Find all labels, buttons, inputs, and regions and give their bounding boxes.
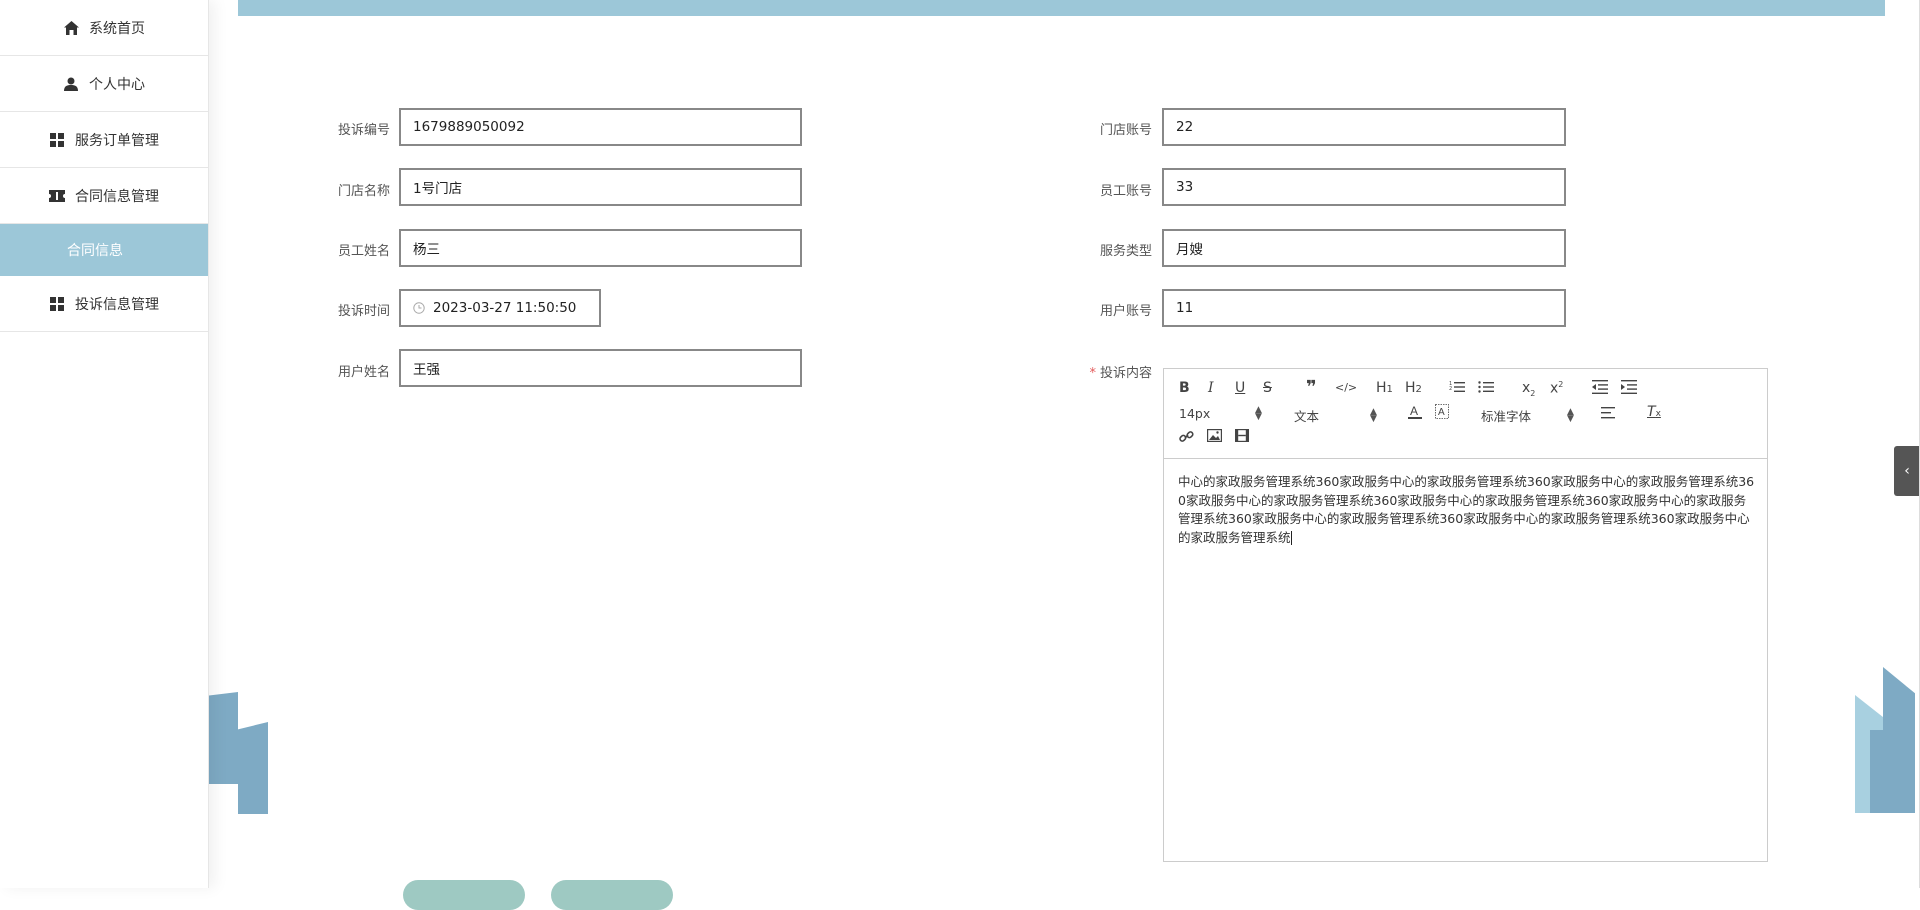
sidebar-item-complaint-management[interactable]: 投诉信息管理 <box>0 276 208 332</box>
clear-format-icon[interactable]: Tx <box>1647 404 1661 420</box>
block-type-value: 文本 <box>1294 409 1320 424</box>
required-mark: * <box>1089 366 1096 381</box>
user-icon <box>63 76 79 92</box>
sidebar-item-label: 个人中心 <box>89 76 145 93</box>
sidebar-item-contract-management[interactable]: 合同信息管理 <box>0 168 208 224</box>
blockquote-icon[interactable]: ❞ <box>1306 377 1317 398</box>
sidebar-item-personal-center[interactable]: 个人中心 <box>0 56 208 112</box>
user-account-field[interactable]: 11 <box>1162 289 1566 327</box>
staff-name-field[interactable]: 杨三 <box>399 229 802 267</box>
svg-text:2: 2 <box>1449 386 1452 392</box>
complaint-no-value: 1679889050092 <box>413 119 525 135</box>
font-family-select[interactable]: 标准字体 ▲ ▼ <box>1481 406 1581 425</box>
decorative-shape <box>238 722 268 814</box>
complaint-no-label: 投诉编号 <box>337 123 390 138</box>
store-account-field[interactable]: 22 <box>1162 108 1566 146</box>
background-color-icon[interactable]: A <box>1435 404 1449 424</box>
block-type-select[interactable]: 文本 ▲ ▼ <box>1294 406 1384 425</box>
service-type-label: 服务类型 <box>1099 244 1152 259</box>
font-color-icon[interactable]: A <box>1408 404 1422 424</box>
complaint-time-label: 投诉时间 <box>337 304 390 319</box>
text-caret <box>1290 531 1292 545</box>
link-icon[interactable] <box>1179 429 1194 448</box>
service-type-value: 月嫂 <box>1176 242 1203 258</box>
select-arrows-icon: ▲ ▼ <box>1255 404 1262 422</box>
video-icon[interactable] <box>1235 429 1250 446</box>
complaint-content-label-text: 投诉内容 <box>1099 366 1152 381</box>
sidebar: 系统首页 个人中心 服务订单管理 合同信息管理 合同信息 投诉信息管理 <box>0 0 209 888</box>
superscript-icon[interactable]: x2 <box>1550 380 1563 397</box>
sidebar-item-label: 合同信息 <box>67 243 123 259</box>
decorative-shape <box>208 692 238 784</box>
collapse-panel-button[interactable]: ‹ <box>1894 446 1920 496</box>
submit-button[interactable] <box>403 880 525 910</box>
select-arrows-icon: ▲ ▼ <box>1567 406 1574 424</box>
clock-icon <box>413 302 425 314</box>
underline-icon[interactable]: U <box>1235 380 1245 396</box>
subscript-icon[interactable]: x2 <box>1522 380 1535 398</box>
store-account-value: 22 <box>1176 119 1194 135</box>
staff-account-value: 33 <box>1176 179 1194 195</box>
editor-content[interactable]: 中心的家政服务管理系统360家政服务中心的家政服务管理系统360家政服务中心的家… <box>1178 473 1756 547</box>
editor-text: 中心的家政服务管理系统360家政服务中心的家政服务管理系统360家政服务中心的家… <box>1178 474 1755 545</box>
grid-icon <box>49 132 65 148</box>
font-size-select[interactable]: 14px ▲ ▼ <box>1179 404 1269 422</box>
sidebar-item-service-orders[interactable]: 服务订单管理 <box>0 112 208 168</box>
sidebar-item-label: 服务订单管理 <box>75 132 159 149</box>
align-icon[interactable] <box>1601 406 1617 424</box>
service-type-field[interactable]: 月嫂 <box>1162 229 1566 267</box>
staff-account-field[interactable]: 33 <box>1162 168 1566 206</box>
code-icon[interactable]: </> <box>1335 381 1357 394</box>
font-family-value: 标准字体 <box>1481 409 1532 424</box>
store-name-value: 1号门店 <box>413 181 463 197</box>
home-icon <box>63 20 79 36</box>
store-name-field[interactable]: 1号门店 <box>399 168 802 206</box>
user-account-value: 11 <box>1176 300 1194 316</box>
complaint-no-field[interactable]: 1679889050092 <box>399 108 802 146</box>
top-banner-strip <box>238 0 1885 16</box>
strikethrough-icon[interactable]: S <box>1263 380 1272 396</box>
rich-text-editor[interactable]: B I U S ❞ </> H1 H2 12 x2 x2 14px ▲ ▼ 文本 … <box>1163 368 1768 862</box>
ticket-icon <box>49 188 65 204</box>
cancel-button[interactable] <box>551 880 673 910</box>
sidebar-item-label: 投诉信息管理 <box>75 296 159 313</box>
user-name-label: 用户姓名 <box>337 365 390 380</box>
staff-account-label: 员工账号 <box>1099 184 1152 199</box>
sidebar-item-label: 合同信息管理 <box>75 188 159 205</box>
heading-2-icon[interactable]: H2 <box>1405 380 1422 396</box>
staff-name-label: 员工姓名 <box>337 244 390 259</box>
ordered-list-icon[interactable]: 12 <box>1449 380 1465 398</box>
bold-icon[interactable]: B <box>1179 380 1190 396</box>
user-name-value: 王强 <box>413 362 440 378</box>
svg-text:A: A <box>1438 407 1445 418</box>
outdent-icon[interactable] <box>1592 380 1608 398</box>
bullet-list-icon[interactable] <box>1478 380 1494 398</box>
complaint-content-label: * 投诉内容 <box>1052 362 1152 381</box>
image-icon[interactable] <box>1207 429 1223 446</box>
font-size-value: 14px <box>1179 406 1211 421</box>
editor-toolbar: B I U S ❞ </> H1 H2 12 x2 x2 14px ▲ ▼ 文本 … <box>1164 369 1767 459</box>
store-account-label: 门店账号 <box>1099 123 1152 138</box>
heading-1-icon[interactable]: H1 <box>1376 380 1393 396</box>
staff-name-value: 杨三 <box>413 242 440 258</box>
user-account-label: 用户账号 <box>1099 304 1152 319</box>
sidebar-item-home[interactable]: 系统首页 <box>0 0 208 56</box>
user-name-field[interactable]: 王强 <box>399 349 802 387</box>
store-name-label: 门店名称 <box>337 184 390 199</box>
sidebar-subitem-contract-info[interactable]: 合同信息 <box>0 224 208 276</box>
svg-text:A: A <box>1410 404 1418 418</box>
complaint-time-picker[interactable]: 2023-03-27 11:50:50 <box>399 289 601 327</box>
indent-icon[interactable] <box>1621 380 1637 398</box>
complaint-time-value: 2023-03-27 11:50:50 <box>433 300 577 316</box>
chevron-left-icon: ‹ <box>1904 463 1910 479</box>
decorative-shape <box>1870 730 1895 813</box>
select-arrows-icon: ▲ ▼ <box>1370 406 1377 424</box>
italic-icon[interactable]: I <box>1208 380 1214 396</box>
grid-icon <box>49 296 65 312</box>
sidebar-item-label: 系统首页 <box>89 20 145 37</box>
